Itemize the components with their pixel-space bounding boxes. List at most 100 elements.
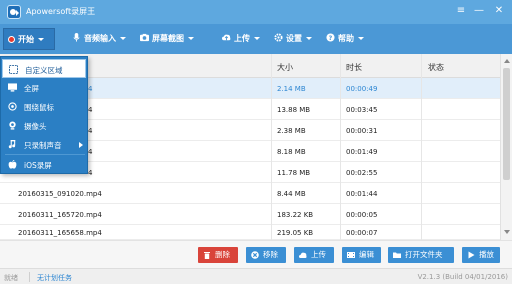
chevron-down-icon bbox=[306, 37, 312, 40]
svg-text:?: ? bbox=[329, 35, 333, 42]
edit-label: 编辑 bbox=[359, 250, 374, 259]
file-name-cell: 20160311_165720.mp4 bbox=[18, 211, 102, 219]
chevron-down-icon bbox=[358, 37, 364, 40]
settings-button[interactable]: 设置 bbox=[274, 31, 312, 47]
duration-cell: 00:02:55 bbox=[346, 169, 378, 177]
start-button[interactable]: 开始 bbox=[3, 28, 55, 50]
play-icon bbox=[468, 251, 475, 259]
column-divider bbox=[421, 54, 422, 240]
region-select-icon bbox=[9, 65, 18, 74]
menu-item-label: 围绕鼠标 bbox=[24, 103, 54, 112]
upload-menu-button[interactable]: 上传 bbox=[222, 31, 260, 47]
file-size-cell: 11.78 MB bbox=[277, 169, 311, 177]
scheduled-task-link[interactable]: 无计划任务 bbox=[37, 273, 72, 283]
upload-label: 上传 bbox=[311, 250, 326, 259]
file-name-cell: 20160315_091020.mp4 bbox=[18, 190, 102, 198]
delete-button[interactable]: 删除 bbox=[198, 247, 238, 263]
table-row[interactable]: 20160311_165658.mp4 219.05 KB 00:00:07 bbox=[0, 225, 500, 240]
folder-icon bbox=[393, 252, 401, 258]
chevron-down-icon bbox=[38, 38, 44, 41]
help-button[interactable]: ? 帮助 bbox=[326, 31, 364, 47]
remove-label: 移除 bbox=[263, 250, 278, 259]
menu-item-label: 摄像头 bbox=[24, 122, 47, 131]
play-button[interactable]: 播放 bbox=[462, 247, 500, 263]
cursor-region-icon bbox=[8, 102, 17, 111]
help-icon: ? bbox=[326, 33, 335, 42]
audio-input-button[interactable]: 音频输入 bbox=[72, 31, 126, 47]
table-row[interactable]: 20160315_091020.mp4 8.44 MB 00:01:44 bbox=[0, 183, 500, 204]
file-size-cell: 8.44 MB bbox=[277, 190, 306, 198]
app-logo-icon bbox=[7, 5, 21, 19]
minimize-button[interactable]: — bbox=[472, 3, 486, 19]
column-header-status[interactable]: 状态 bbox=[428, 62, 444, 73]
upload-button[interactable]: 上传 bbox=[294, 247, 334, 263]
status-text: 就绪 bbox=[4, 274, 18, 282]
screenshot-label: 屏幕截图 bbox=[152, 34, 184, 43]
audio-input-label: 音频输入 bbox=[84, 34, 116, 43]
scroll-down-arrow-icon[interactable] bbox=[504, 230, 510, 234]
upload-menu-label: 上传 bbox=[234, 34, 250, 43]
file-name-cell: 20160311_165658.mp4 bbox=[18, 229, 102, 237]
cloud-upload-icon bbox=[299, 252, 307, 258]
open-folder-button[interactable]: 打开文件夹 bbox=[388, 247, 454, 263]
microphone-icon bbox=[73, 33, 80, 42]
column-divider bbox=[340, 54, 341, 240]
file-name-cell: 4 bbox=[88, 148, 93, 156]
file-size-cell: 8.18 MB bbox=[277, 148, 306, 156]
menu-item-audio-only[interactable]: 只录制声音 bbox=[2, 135, 86, 154]
column-header-duration[interactable]: 时长 bbox=[346, 62, 362, 73]
remove-icon bbox=[251, 251, 259, 259]
file-size-cell: 219.05 KB bbox=[277, 229, 314, 237]
menu-item-around-mouse[interactable]: 围绕鼠标 bbox=[2, 97, 86, 116]
music-note-icon bbox=[8, 140, 16, 149]
file-name-cell: 4 bbox=[88, 127, 93, 135]
duration-cell: 00:00:07 bbox=[346, 229, 378, 237]
settings-label: 设置 bbox=[286, 34, 302, 43]
file-size-cell: 2.14 MB bbox=[277, 85, 306, 93]
screenshot-button[interactable]: 屏幕截图 bbox=[140, 31, 194, 47]
camera-icon bbox=[140, 33, 149, 42]
trash-icon bbox=[204, 252, 210, 259]
duration-cell: 00:01:44 bbox=[346, 190, 378, 198]
edit-button[interactable]: 编辑 bbox=[342, 247, 381, 263]
play-label: 播放 bbox=[479, 250, 494, 259]
remove-button[interactable]: 移除 bbox=[246, 247, 286, 263]
close-button[interactable]: ✕ bbox=[492, 3, 506, 19]
menu-icon[interactable]: ≡ bbox=[454, 3, 468, 19]
status-divider bbox=[29, 272, 30, 282]
chevron-down-icon bbox=[188, 37, 194, 40]
menu-item-label: 只录制声音 bbox=[24, 141, 62, 150]
record-icon bbox=[8, 36, 15, 43]
menu-item-fullscreen[interactable]: 全屏 bbox=[2, 78, 86, 97]
start-dropdown-menu: 自定义区域 全屏 围绕鼠标 摄像头 只录制声音 iOS录屏 bbox=[0, 56, 88, 174]
duration-cell: 00:00:05 bbox=[346, 211, 378, 219]
column-divider bbox=[271, 54, 272, 240]
chevron-right-icon bbox=[79, 142, 83, 148]
chevron-down-icon bbox=[120, 37, 126, 40]
file-size-cell: 13.88 MB bbox=[277, 106, 311, 114]
duration-cell: 00:03:45 bbox=[346, 106, 378, 114]
file-name-cell: 4 bbox=[88, 106, 93, 114]
menu-item-ios-recorder[interactable]: iOS录屏 bbox=[2, 155, 86, 174]
menu-item-custom-region[interactable]: 自定义区域 bbox=[2, 59, 86, 78]
column-header-size[interactable]: 大小 bbox=[277, 62, 293, 73]
scroll-up-arrow-icon[interactable] bbox=[504, 59, 510, 63]
file-name-cell: 4 bbox=[88, 85, 93, 93]
vertical-scrollbar[interactable] bbox=[500, 54, 512, 240]
start-label: 开始 bbox=[18, 35, 34, 44]
title-bar: Apowersoft录屏王 ≡ — ✕ bbox=[0, 0, 512, 24]
main-toolbar: 开始 音频输入 屏幕截图 上传 设置 ? 帮助 bbox=[0, 24, 512, 54]
duration-cell: 00:00:31 bbox=[346, 127, 378, 135]
scrollbar-thumb[interactable] bbox=[503, 68, 510, 180]
chevron-down-icon bbox=[254, 37, 260, 40]
table-row[interactable]: 20160311_165720.mp4 183.22 KB 00:00:05 bbox=[0, 204, 500, 225]
delete-label: 删除 bbox=[215, 250, 230, 259]
menu-item-label: iOS录屏 bbox=[24, 161, 52, 170]
menu-item-webcam[interactable]: 摄像头 bbox=[2, 116, 86, 135]
duration-cell: 00:01:49 bbox=[346, 148, 378, 156]
menu-item-label: 自定义区域 bbox=[25, 66, 63, 75]
file-name-cell: 4 bbox=[88, 169, 93, 177]
gear-icon bbox=[274, 33, 283, 42]
app-title: Apowersoft录屏王 bbox=[26, 7, 96, 16]
file-size-cell: 183.22 KB bbox=[277, 211, 314, 219]
